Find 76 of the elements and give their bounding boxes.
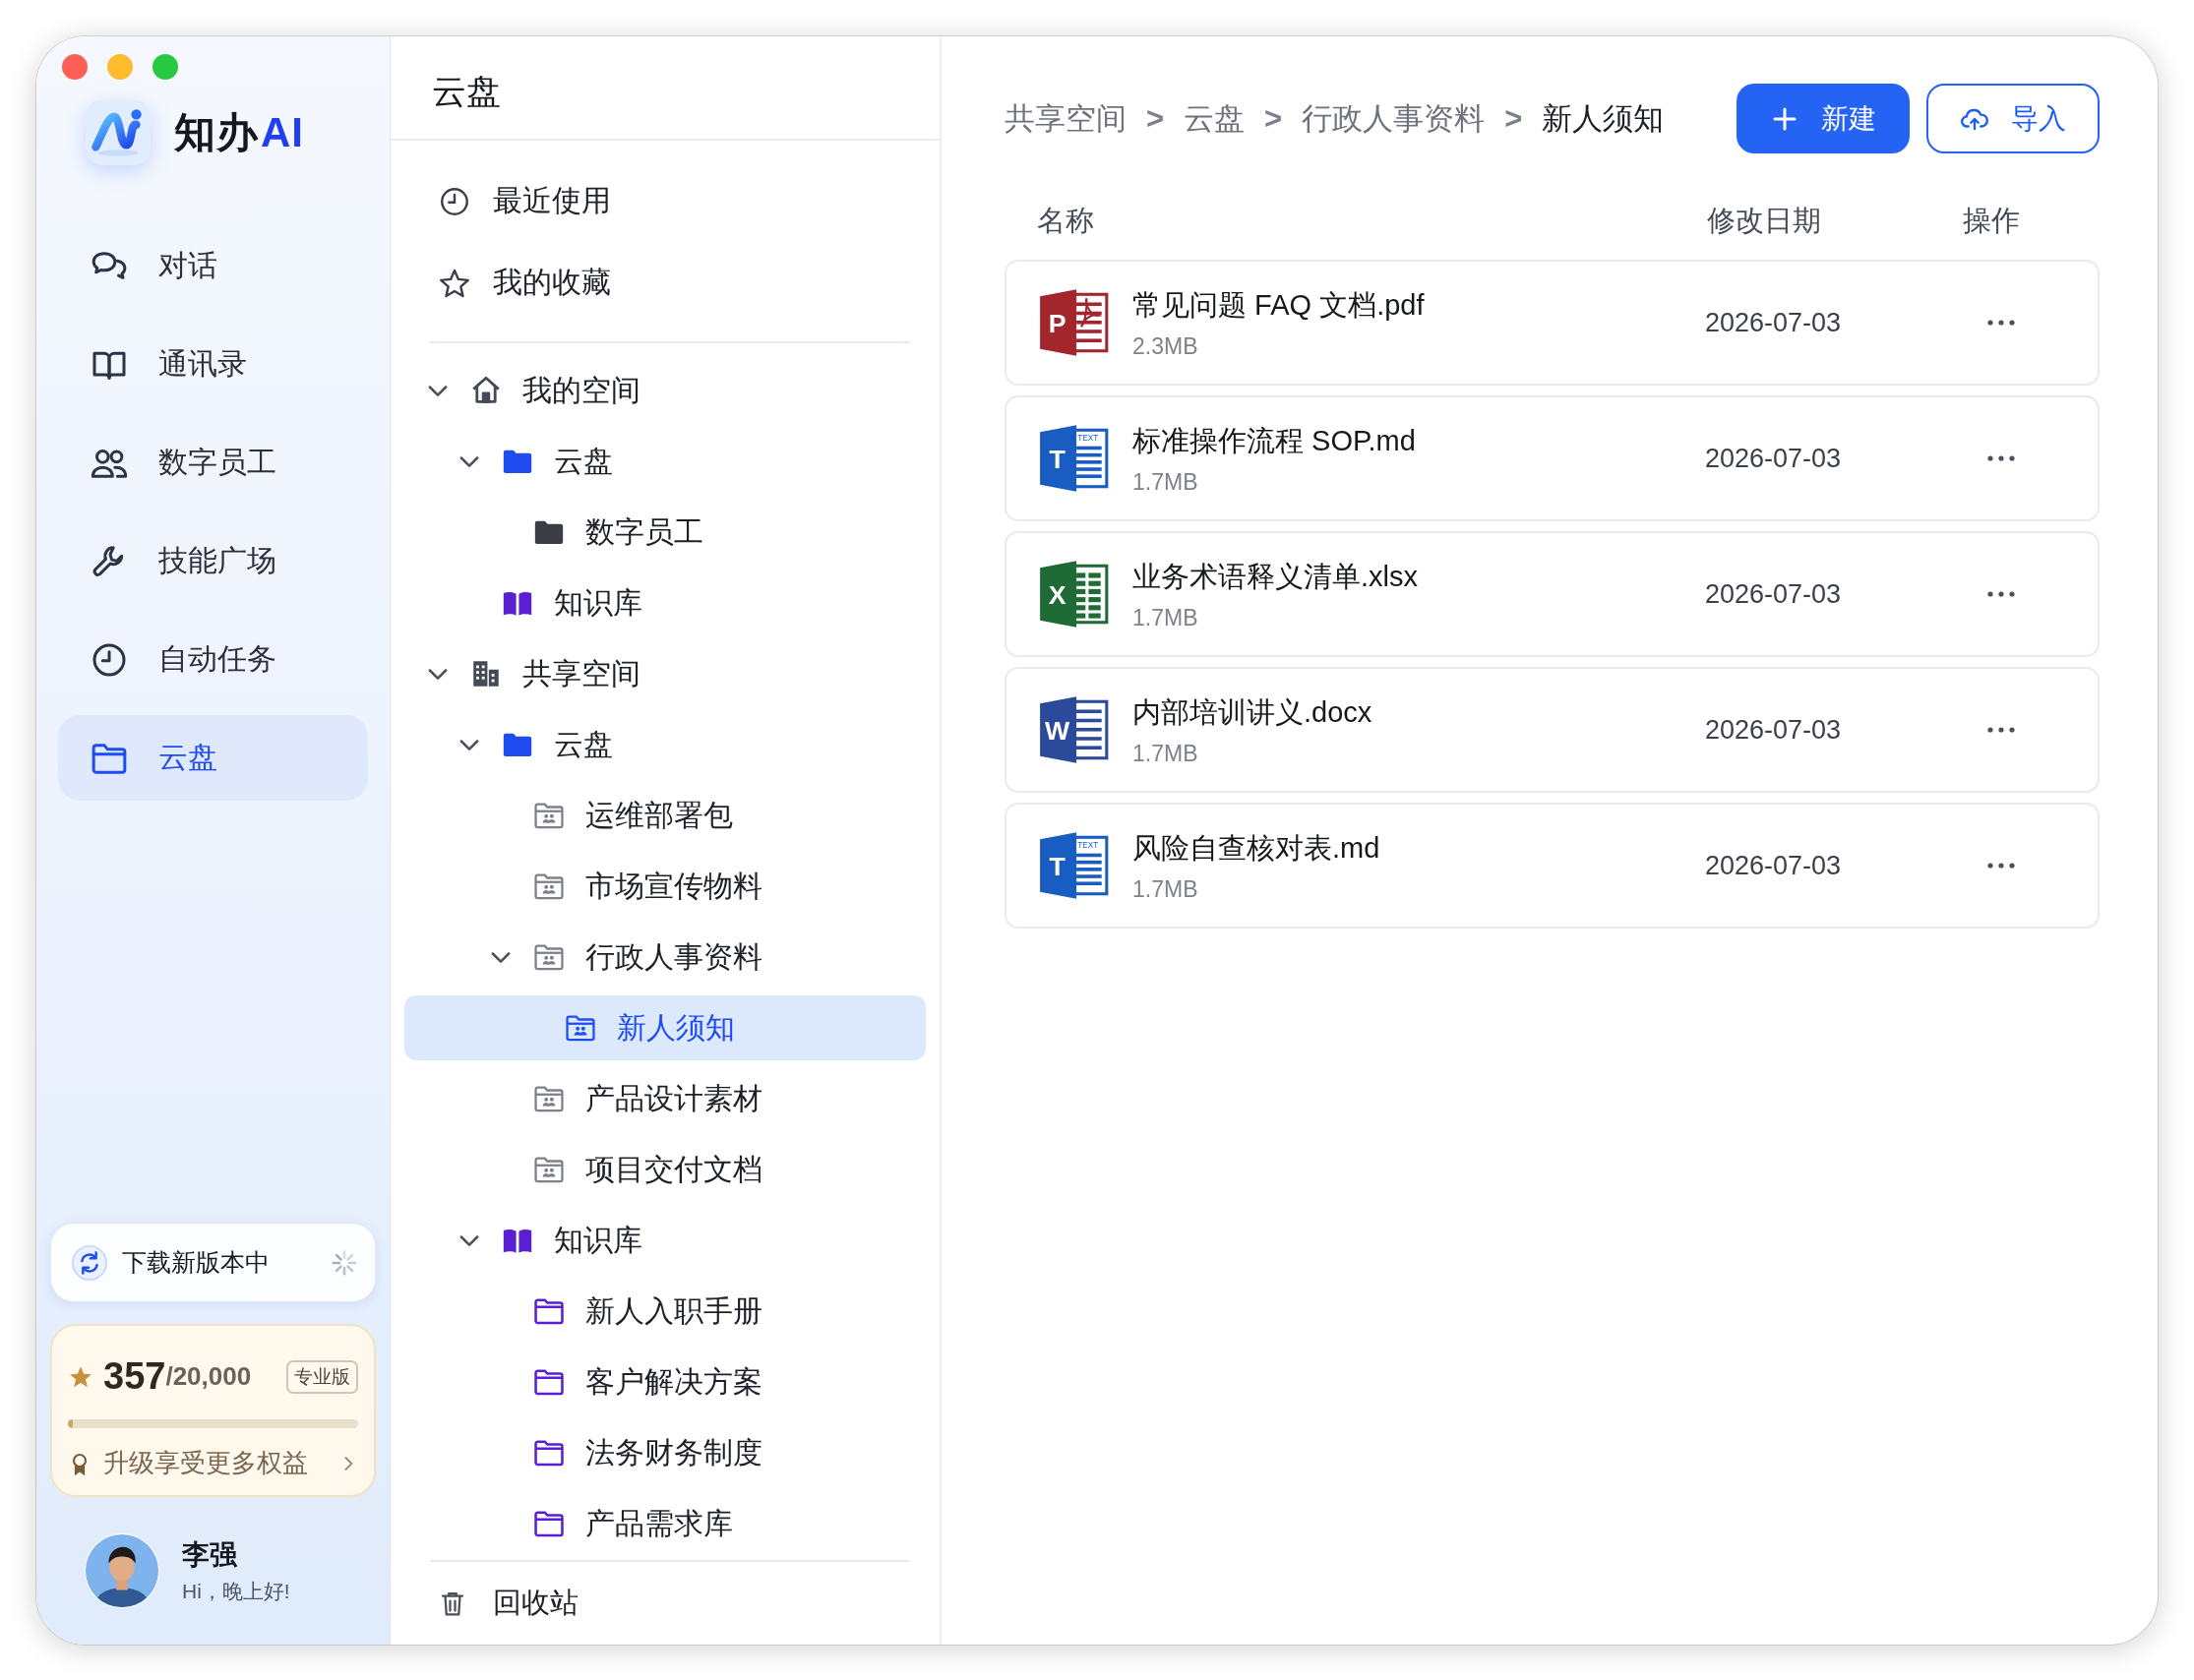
tree-item[interactable]: 运维部署包: [404, 783, 926, 848]
breadcrumb-link[interactable]: 云盘: [1184, 97, 1246, 140]
file-size: 1.7MB: [1132, 468, 1199, 496]
tree-item[interactable]: 数字员工: [404, 500, 926, 565]
more-icon[interactable]: [1986, 862, 2016, 870]
file-name: 标准操作流程 SOP.md: [1132, 423, 1416, 458]
file-row[interactable]: W 内部培训讲义.docx 1.7MB 2026-07-03: [1005, 667, 2100, 793]
points-value: 357: [103, 1355, 166, 1398]
user-name: 李强: [182, 1538, 238, 1572]
breadcrumb-separator: >: [1264, 100, 1283, 137]
nav-item[interactable]: 自动任务: [58, 617, 368, 702]
app-logo: [86, 100, 151, 165]
nav-item[interactable]: 数字员工: [58, 420, 368, 506]
file-size: 2.3MB: [1132, 332, 1199, 360]
nav-item[interactable]: 对话: [58, 223, 368, 309]
tree-item[interactable]: 我的空间: [404, 358, 926, 423]
tree-item[interactable]: 项目交付文档: [404, 1137, 926, 1202]
tree-item[interactable]: 云盘: [404, 712, 926, 777]
close-window-button[interactable]: [62, 54, 88, 80]
tree-item[interactable]: 新人须知: [404, 995, 926, 1060]
quick-link[interactable]: 最近使用: [430, 160, 910, 242]
update-status: 下载新版本中: [122, 1247, 271, 1278]
nav-item[interactable]: 通讯录: [58, 322, 368, 407]
file-name: 业务术语释义清单.xlsx: [1132, 559, 1418, 594]
tree-item[interactable]: 产品设计素材: [404, 1066, 926, 1131]
file-size: 1.7MB: [1132, 604, 1199, 631]
more-icon[interactable]: [1986, 726, 2016, 734]
breadcrumb-link[interactable]: 行政人事资料: [1302, 97, 1486, 140]
modified-date: 2026-07-03: [1705, 443, 1843, 474]
file-name: 风险自查核对表.md: [1132, 830, 1380, 866]
greeting: Hi，晚上好!: [182, 1579, 290, 1604]
plan-tag: 专业版: [286, 1359, 358, 1394]
modified-date: 2026-07-03: [1705, 307, 1843, 338]
tree-item[interactable]: 市场宣传物料: [404, 854, 926, 919]
points-total: /20,000: [165, 1361, 252, 1392]
nav-item[interactable]: 云盘: [58, 715, 368, 801]
more-icon[interactable]: [1986, 319, 2016, 327]
tree-item[interactable]: 产品需求库: [404, 1491, 926, 1556]
file-size: 1.7MB: [1132, 875, 1199, 903]
trash-link[interactable]: 回收站: [430, 1560, 910, 1645]
file-name: 内部培训讲义.docx: [1132, 694, 1372, 730]
nav-item[interactable]: 技能广场: [58, 518, 368, 604]
breadcrumb-separator: >: [1504, 100, 1523, 137]
tree-item[interactable]: 新人入职手册: [404, 1279, 926, 1344]
tree-item[interactable]: 共享空间: [404, 641, 926, 706]
quick-link[interactable]: 我的收藏: [430, 242, 910, 324]
tree-item[interactable]: 知识库: [404, 570, 926, 635]
file-row[interactable]: TEXT T 标准操作流程 SOP.md 1.7MB 2026-07-03: [1005, 395, 2100, 521]
modified-date: 2026-07-03: [1705, 714, 1843, 746]
tree-item[interactable]: 知识库: [404, 1208, 926, 1273]
column-header: 操作: [1963, 204, 2021, 238]
file-row[interactable]: P 常见问题 FAQ 文档.pdf 2.3MB 2026-07-03: [1005, 260, 2100, 386]
more-icon[interactable]: [1986, 454, 2016, 462]
tree-item[interactable]: 客户解决方案: [404, 1350, 926, 1414]
file-size: 1.7MB: [1132, 740, 1199, 767]
column-header: 名称: [1037, 204, 1095, 238]
tree-item[interactable]: 法务财务制度: [404, 1420, 926, 1485]
file-name: 常见问题 FAQ 文档.pdf: [1132, 287, 1425, 323]
modified-date: 2026-07-03: [1705, 850, 1843, 881]
app-name: 知办AI: [174, 108, 304, 157]
breadcrumb-separator: >: [1146, 100, 1165, 137]
file-row[interactable]: X 业务术语释义清单.xlsx 1.7MB 2026-07-03: [1005, 531, 2100, 657]
file-row[interactable]: TEXT T 风险自查核对表.md 1.7MB 2026-07-03: [1005, 803, 2100, 929]
update-card[interactable]: 下载新版本中: [50, 1223, 376, 1302]
panel-title: 云盘: [391, 36, 940, 141]
more-icon[interactable]: [1986, 590, 2016, 598]
tree-item[interactable]: 云盘: [404, 429, 926, 494]
tree-item[interactable]: 行政人事资料: [404, 925, 926, 990]
breadcrumb-link[interactable]: 共享空间: [1005, 97, 1127, 140]
breadcrumb-link[interactable]: 新人须知: [1542, 97, 1665, 140]
modified-date: 2026-07-03: [1705, 578, 1843, 610]
import-button[interactable]: 导入: [1926, 84, 2100, 153]
sync-icon: [71, 1243, 108, 1282]
upgrade-link[interactable]: 升级享受更多权益: [68, 1446, 358, 1480]
new-button[interactable]: 新建: [1737, 84, 1910, 153]
column-header: 修改日期: [1707, 204, 1822, 238]
